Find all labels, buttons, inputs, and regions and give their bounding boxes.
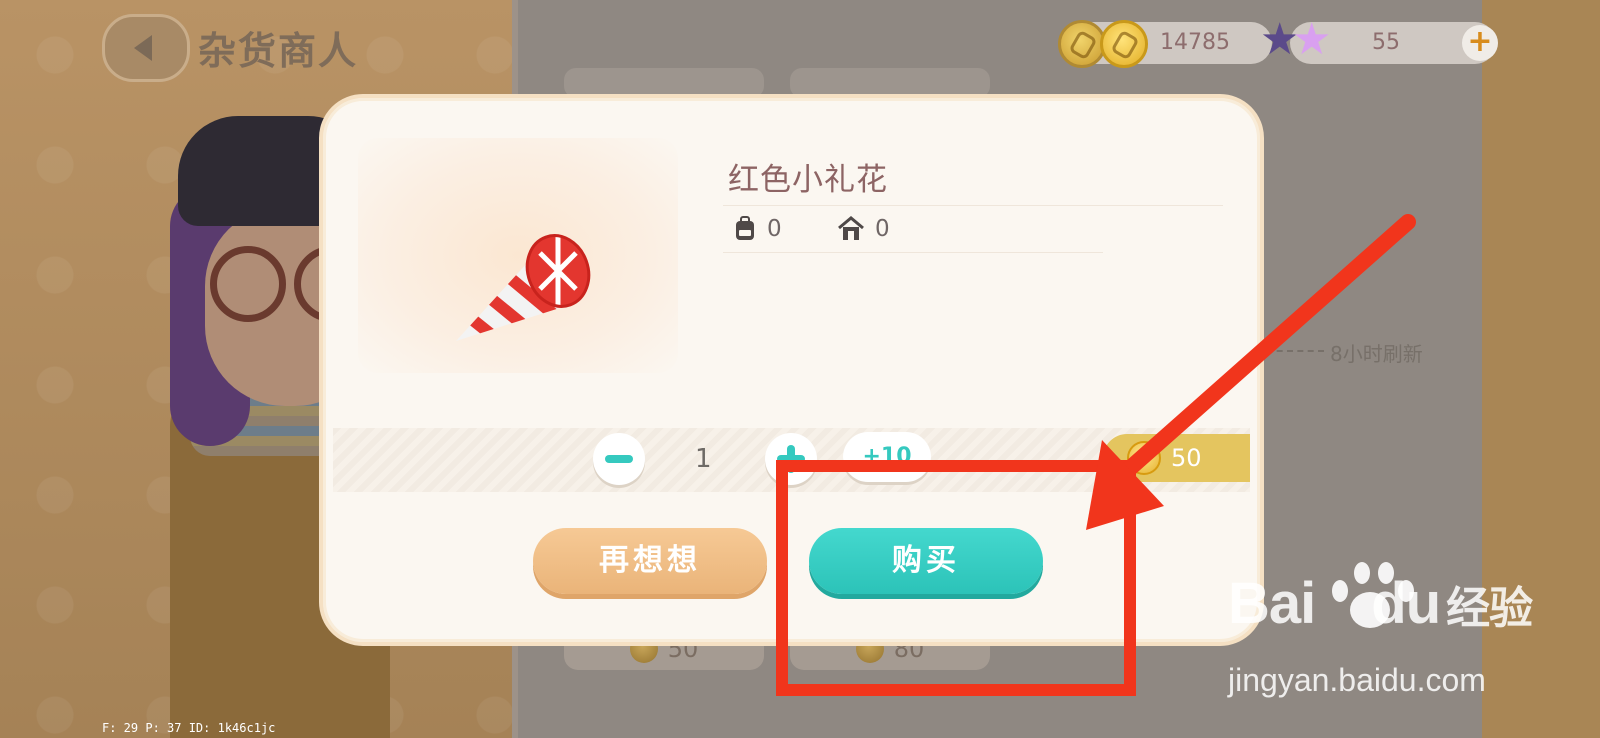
item-preview [358, 138, 678, 373]
home-count-value: 0 [875, 216, 890, 242]
home-icon [838, 216, 864, 240]
paw-logo-icon [1324, 562, 1414, 642]
shop-title: 杂货商人 [198, 29, 359, 73]
debug-info: F: 29 P: 37 ID: 1k46c1jc [102, 721, 276, 735]
quantity-value: 1 [695, 444, 712, 474]
highlight-box [776, 460, 1136, 696]
item-name: 红色小礼花 [728, 162, 888, 198]
coin-balance: 14785 [1058, 20, 1272, 68]
backpack-count-value: 0 [767, 216, 782, 242]
back-arrow-icon [134, 35, 152, 61]
party-popper-icon [456, 234, 591, 341]
back-button[interactable] [102, 14, 190, 82]
coin-amount: 14785 [1160, 30, 1230, 55]
refresh-timer: 8小时刷新 [1330, 342, 1423, 366]
plus-icon[interactable]: + [1462, 25, 1498, 61]
divider [723, 205, 1223, 206]
star-amount: 55 [1372, 30, 1400, 55]
watermark-url: jingyan.baidu.com [1228, 662, 1486, 698]
watermark-logo-right: 经验 [1446, 584, 1533, 633]
decrease-quantity-button[interactable] [593, 433, 645, 485]
minus-icon [605, 455, 633, 463]
divider [723, 252, 1103, 253]
refresh-divider [1256, 350, 1324, 352]
backpack-count: 0 [733, 216, 782, 242]
gold-coin-icon [1100, 20, 1148, 68]
total-price-value: 50 [1171, 444, 1202, 472]
backpack-icon [736, 216, 754, 240]
coin-icon [1058, 20, 1106, 68]
home-count: 0 [837, 216, 890, 242]
baidu-watermark: Bai du 经验 jingyan.baidu.com [1228, 562, 1533, 698]
cancel-button[interactable]: 再想想 [533, 528, 767, 594]
watermark-logo-left: Bai [1228, 571, 1316, 636]
star-icon: ★ [1292, 14, 1332, 65]
